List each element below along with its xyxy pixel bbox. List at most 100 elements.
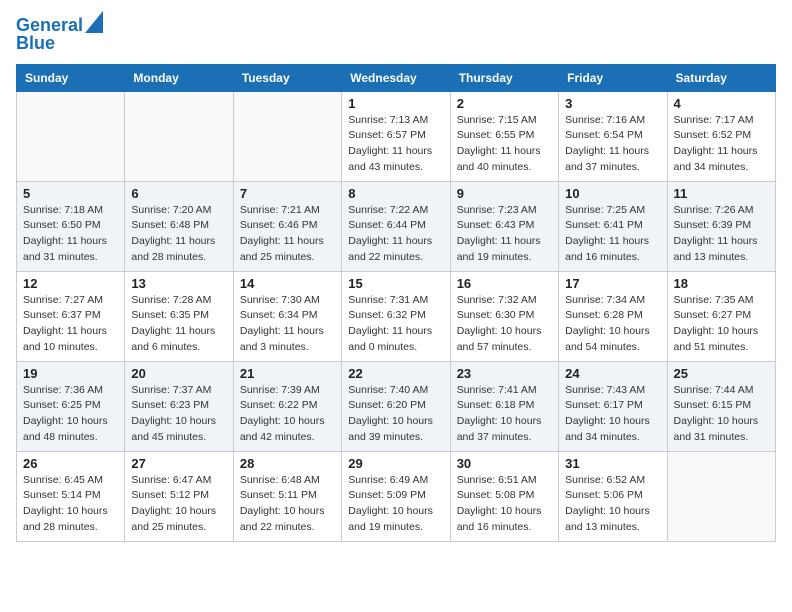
calendar-cell: 14Sunrise: 7:30 AMSunset: 6:34 PMDayligh…: [233, 271, 341, 361]
day-number: 25: [674, 366, 769, 381]
day-info-text: Daylight: 10 hours and 45 minutes.: [131, 414, 226, 446]
day-info-text: Sunrise: 7:43 AM: [565, 383, 660, 399]
day-info-text: Sunrise: 7:36 AM: [23, 383, 118, 399]
day-info-text: Sunset: 6:18 PM: [457, 398, 552, 414]
day-info-text: Daylight: 10 hours and 39 minutes.: [348, 414, 443, 446]
day-info-text: Sunrise: 7:15 AM: [457, 113, 552, 129]
day-info-text: Sunset: 6:39 PM: [674, 218, 769, 234]
calendar-cell: 13Sunrise: 7:28 AMSunset: 6:35 PMDayligh…: [125, 271, 233, 361]
day-number: 30: [457, 456, 552, 471]
calendar-cell: 23Sunrise: 7:41 AMSunset: 6:18 PMDayligh…: [450, 361, 558, 451]
day-info-text: Daylight: 10 hours and 54 minutes.: [565, 324, 660, 356]
day-info-text: Daylight: 11 hours and 25 minutes.: [240, 234, 335, 266]
day-number: 24: [565, 366, 660, 381]
day-info-text: Daylight: 10 hours and 25 minutes.: [131, 504, 226, 536]
day-info-text: Daylight: 11 hours and 13 minutes.: [674, 234, 769, 266]
weekday-header-monday: Monday: [125, 64, 233, 91]
day-info-text: Daylight: 10 hours and 19 minutes.: [348, 504, 443, 536]
day-info-text: Daylight: 11 hours and 6 minutes.: [131, 324, 226, 356]
day-number: 29: [348, 456, 443, 471]
day-info-text: Daylight: 11 hours and 0 minutes.: [348, 324, 443, 356]
weekday-header-friday: Friday: [559, 64, 667, 91]
day-info-text: Daylight: 10 hours and 34 minutes.: [565, 414, 660, 446]
day-number: 13: [131, 276, 226, 291]
weekday-header-thursday: Thursday: [450, 64, 558, 91]
logo: General Blue: [16, 16, 103, 54]
day-number: 22: [348, 366, 443, 381]
day-info-text: Daylight: 11 hours and 16 minutes.: [565, 234, 660, 266]
day-info-text: Sunrise: 7:37 AM: [131, 383, 226, 399]
day-number: 5: [23, 186, 118, 201]
calendar-cell: [125, 91, 233, 181]
day-info-text: Sunset: 5:14 PM: [23, 488, 118, 504]
weekday-header-wednesday: Wednesday: [342, 64, 450, 91]
day-info-text: Sunrise: 7:17 AM: [674, 113, 769, 129]
calendar-cell: [17, 91, 125, 181]
day-info-text: Sunrise: 7:27 AM: [23, 293, 118, 309]
day-info-text: Daylight: 11 hours and 22 minutes.: [348, 234, 443, 266]
calendar-cell: 18Sunrise: 7:35 AMSunset: 6:27 PMDayligh…: [667, 271, 775, 361]
day-info-text: Daylight: 11 hours and 34 minutes.: [674, 144, 769, 176]
day-number: 7: [240, 186, 335, 201]
day-info-text: Daylight: 10 hours and 42 minutes.: [240, 414, 335, 446]
calendar-cell: 21Sunrise: 7:39 AMSunset: 6:22 PMDayligh…: [233, 361, 341, 451]
day-info-text: Sunrise: 7:35 AM: [674, 293, 769, 309]
day-info-text: Sunset: 5:08 PM: [457, 488, 552, 504]
day-info-text: Sunset: 6:28 PM: [565, 308, 660, 324]
day-info-text: Sunrise: 7:22 AM: [348, 203, 443, 219]
calendar-cell: 27Sunrise: 6:47 AMSunset: 5:12 PMDayligh…: [125, 451, 233, 541]
calendar-cell: 3Sunrise: 7:16 AMSunset: 6:54 PMDaylight…: [559, 91, 667, 181]
calendar-week-row: 1Sunrise: 7:13 AMSunset: 6:57 PMDaylight…: [17, 91, 776, 181]
day-number: 4: [674, 96, 769, 111]
day-number: 17: [565, 276, 660, 291]
calendar-cell: [233, 91, 341, 181]
day-info-text: Daylight: 10 hours and 16 minutes.: [457, 504, 552, 536]
day-info-text: Sunset: 6:32 PM: [348, 308, 443, 324]
calendar-week-row: 12Sunrise: 7:27 AMSunset: 6:37 PMDayligh…: [17, 271, 776, 361]
day-info-text: Sunrise: 7:41 AM: [457, 383, 552, 399]
calendar-cell: 11 Sunrise: 7:26 AMSunset: 6:39 PMDayligh…: [667, 181, 775, 271]
day-number: 31: [565, 456, 660, 471]
day-number: 28: [240, 456, 335, 471]
weekday-header-sunday: Sunday: [17, 64, 125, 91]
day-number: 8: [348, 186, 443, 201]
day-info-text: Daylight: 11 hours and 19 minutes.: [457, 234, 552, 266]
day-info-text: Sunrise: 6:49 AM: [348, 473, 443, 489]
calendar-cell: 5Sunrise: 7:18 AMSunset: 6:50 PMDaylight…: [17, 181, 125, 271]
day-info-text: Daylight: 10 hours and 22 minutes.: [240, 504, 335, 536]
day-info-text: Daylight: 11 hours and 37 minutes.: [565, 144, 660, 176]
day-info-text: Sunset: 6:46 PM: [240, 218, 335, 234]
day-info-text: Daylight: 10 hours and 57 minutes.: [457, 324, 552, 356]
day-number: 2: [457, 96, 552, 111]
day-number: 12: [23, 276, 118, 291]
day-info-text: Sunrise: 6:47 AM: [131, 473, 226, 489]
day-number: 1: [348, 96, 443, 111]
calendar-cell: 16Sunrise: 7:32 AMSunset: 6:30 PMDayligh…: [450, 271, 558, 361]
day-info-text: Sunset: 6:22 PM: [240, 398, 335, 414]
calendar-cell: 24 Sunrise: 7:43 AMSunset: 6:17 PMDayligh…: [559, 361, 667, 451]
calendar-cell: 7Sunrise: 7:21 AMSunset: 6:46 PMDaylight…: [233, 181, 341, 271]
day-number: 14: [240, 276, 335, 291]
day-info-text: Sunset: 6:15 PM: [674, 398, 769, 414]
day-info-text: Sunset: 6:17 PM: [565, 398, 660, 414]
calendar-cell: 28Sunrise: 6:48 AMSunset: 5:11 PMDayligh…: [233, 451, 341, 541]
day-info-text: Sunset: 5:09 PM: [348, 488, 443, 504]
day-info-text: Daylight: 10 hours and 48 minutes.: [23, 414, 118, 446]
day-info-text: Daylight: 10 hours and 51 minutes.: [674, 324, 769, 356]
page-header: General Blue: [16, 16, 776, 54]
weekday-header-saturday: Saturday: [667, 64, 775, 91]
calendar-header-row: SundayMondayTuesdayWednesdayThursdayFrid…: [17, 64, 776, 91]
calendar-week-row: 26Sunrise: 6:45 AMSunset: 5:14 PMDayligh…: [17, 451, 776, 541]
day-number: 27: [131, 456, 226, 471]
day-number: 6: [131, 186, 226, 201]
day-info-text: Sunrise: 7:25 AM: [565, 203, 660, 219]
day-info-text: Daylight: 10 hours and 28 minutes.: [23, 504, 118, 536]
day-info-text: Sunset: 6:27 PM: [674, 308, 769, 324]
day-number: 16: [457, 276, 552, 291]
day-number: 11: [674, 186, 769, 201]
logo-blue-text: Blue: [16, 34, 55, 54]
day-info-text: Daylight: 10 hours and 13 minutes.: [565, 504, 660, 536]
day-info-text: Sunrise: 7:26 AM: [674, 203, 769, 219]
day-info-text: Sunset: 6:48 PM: [131, 218, 226, 234]
day-info-text: Sunset: 6:55 PM: [457, 128, 552, 144]
